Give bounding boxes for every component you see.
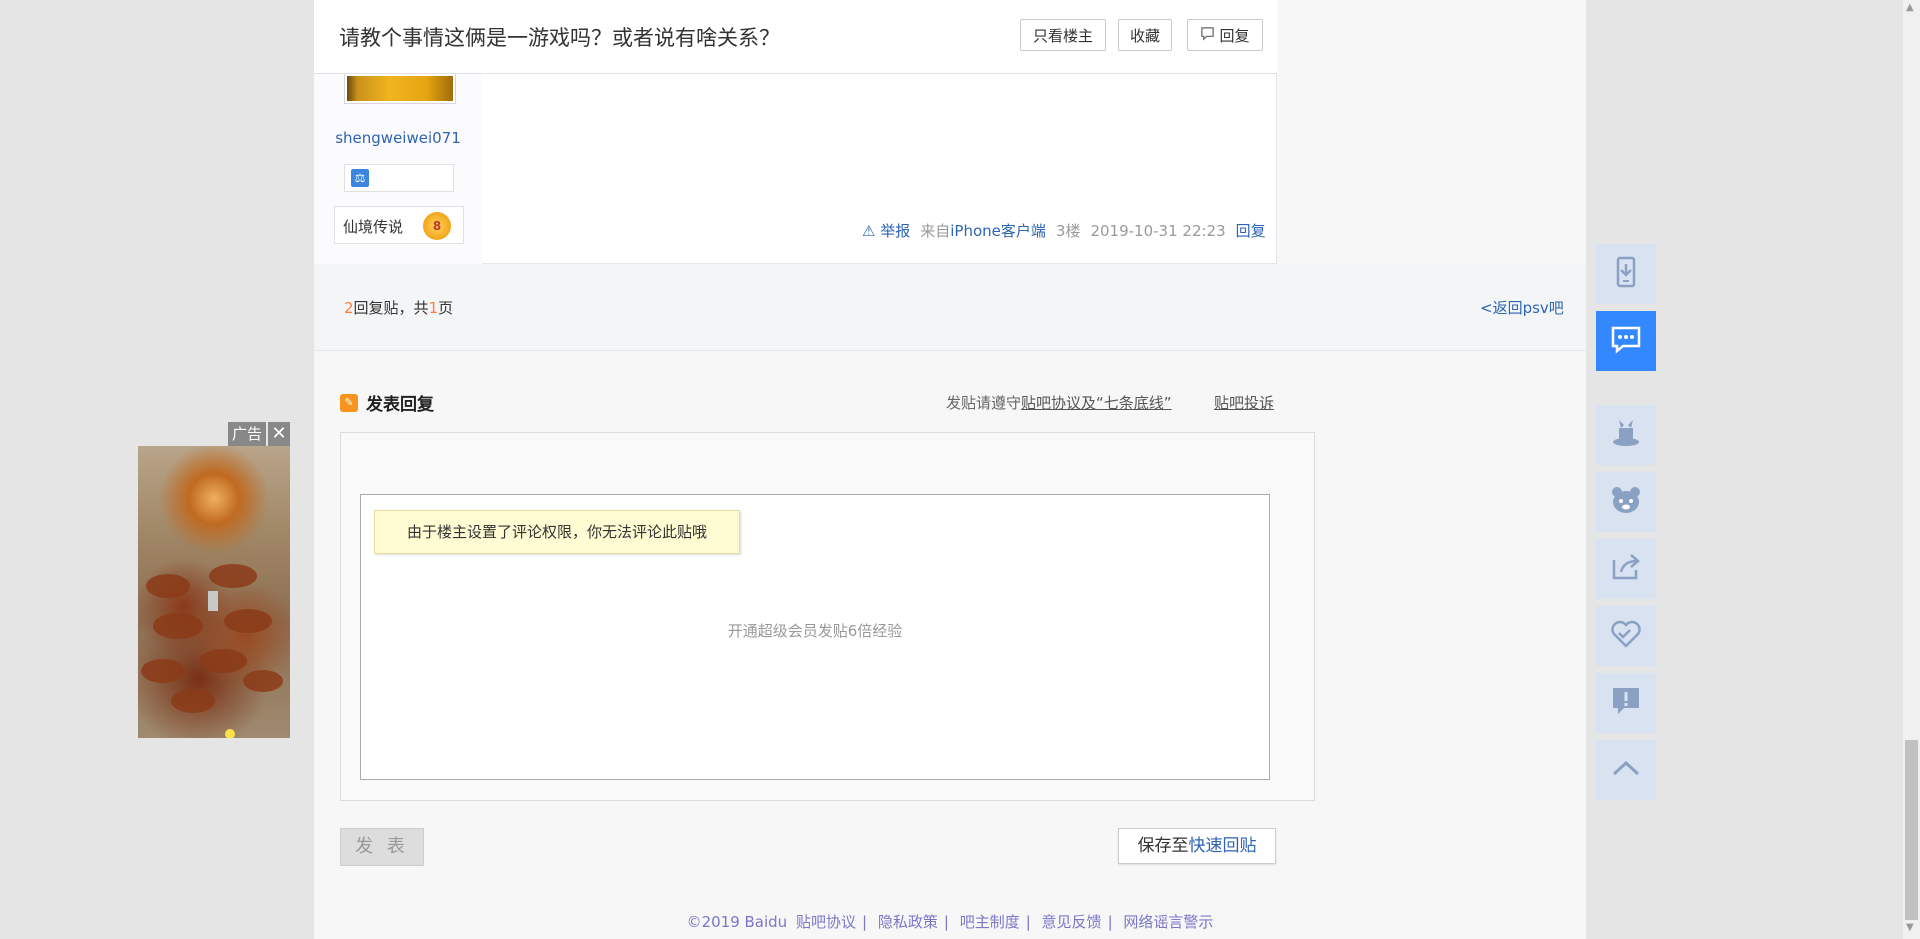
- badge-icon[interactable]: ⚖: [351, 169, 369, 187]
- sidebar-back-to-top[interactable]: [1596, 740, 1656, 800]
- complaint-link[interactable]: 贴吧投诉: [1214, 392, 1274, 413]
- footer-link-rumor[interactable]: 网络谣言警示: [1123, 913, 1213, 931]
- reply-editor[interactable]: 由于楼主设置了评论权限，你无法评论此贴哦 开通超级会员发贴6倍经验: [360, 494, 1270, 780]
- scroll-thumb[interactable]: [1905, 740, 1918, 920]
- sidebar-share[interactable]: [1596, 539, 1656, 599]
- favorite-button[interactable]: 收藏: [1118, 19, 1172, 51]
- post-source: 来自iPhone客户端: [920, 222, 1046, 240]
- sidebar-reply[interactable]: [1596, 311, 1656, 371]
- copyright: ©2019 Baidu: [686, 913, 788, 931]
- chat-bubble-icon: [1609, 322, 1643, 360]
- share-icon: [1609, 550, 1643, 588]
- thread-title: 请教个事情这俩是一游戏吗？或者说有啥关系？: [339, 26, 780, 50]
- footer-link-agreement[interactable]: 贴吧协议: [796, 913, 856, 931]
- ad-close-icon[interactable]: ✕: [268, 422, 290, 446]
- ad-image[interactable]: [138, 446, 290, 738]
- author-level[interactable]: 仙境传说 8: [334, 206, 464, 244]
- phone-download-icon: [1609, 255, 1643, 293]
- floor-number: 3楼: [1055, 222, 1081, 240]
- report-link[interactable]: ⚠ 举报: [862, 220, 910, 241]
- avatar-image: [347, 76, 453, 101]
- post-reply-link[interactable]: 回复: [1236, 220, 1266, 241]
- bear-face-icon: [1609, 483, 1643, 521]
- author-column: shengweiwei071 ⚖ 仙境传说 8: [314, 74, 482, 264]
- sidebar-app-download[interactable]: [1596, 244, 1656, 304]
- thread-title-bar: 请教个事情这俩是一游戏吗？或者说有啥关系？ 只看楼主 收藏 回复: [314, 0, 1277, 74]
- permission-tip: 由于楼主设置了评论权限，你无法评论此贴哦: [374, 510, 740, 554]
- posting-rules: 发贴请遵守贴吧协议及“七条底线”: [946, 394, 1172, 412]
- back-to-forum-link[interactable]: <返回psv吧: [1480, 297, 1564, 318]
- sidebar-member[interactable]: [1596, 472, 1656, 532]
- edit-icon: ✎: [340, 393, 358, 412]
- back-to-top-icon: [1609, 751, 1643, 789]
- heart-icon: [1609, 617, 1643, 655]
- footer: ©2019 Baidu 贴吧协议 | 隐私政策 | 吧主制度 | 意见反馈 | 网络谣言…: [686, 913, 1214, 931]
- submit-button[interactable]: 发 表: [340, 828, 424, 866]
- level-badge: 8: [423, 212, 451, 240]
- report-icon: [1609, 684, 1643, 722]
- warning-icon: ⚠: [862, 222, 876, 240]
- magic-hat-icon: [1609, 416, 1643, 454]
- editor-title: ✎ 发表回复: [340, 390, 434, 415]
- reply-button[interactable]: 回复: [1187, 19, 1263, 51]
- only-op-button[interactable]: 只看楼主: [1020, 19, 1106, 51]
- save-quick-reply-button[interactable]: 保存至快速回贴: [1118, 828, 1276, 864]
- vip-promo-link[interactable]: 开通超级会员发贴6倍经验: [361, 620, 1269, 641]
- scroll-up-icon[interactable]: ▲: [1906, 2, 1914, 13]
- avatar[interactable]: [344, 74, 456, 104]
- ad-label: 广告: [228, 422, 266, 446]
- comment-icon: [1200, 26, 1215, 45]
- source-link[interactable]: iPhone客户端: [950, 222, 1046, 240]
- footer-link-privacy[interactable]: 隐私政策: [878, 913, 938, 931]
- sidebar-favorite[interactable]: [1596, 606, 1656, 666]
- sidebar-report[interactable]: [1596, 673, 1656, 733]
- rules-link[interactable]: 贴吧协议及“七条底线”: [1021, 394, 1172, 412]
- footer-link-feedback[interactable]: 意见反馈: [1042, 913, 1102, 931]
- scroll-down-icon[interactable]: ▼: [1906, 922, 1914, 933]
- footer-link-moderator[interactable]: 吧主制度: [960, 913, 1020, 931]
- author-username[interactable]: shengweiwei071: [314, 129, 482, 147]
- reply-count: 2回复贴，共1页: [344, 299, 454, 317]
- level-name: 仙境传说: [343, 218, 404, 236]
- sidebar-magic[interactable]: [1596, 405, 1656, 465]
- post-time: 2019-10-31 22:23: [1090, 221, 1226, 240]
- author-badge-box: ⚖: [344, 164, 454, 192]
- post-meta: ⚠ 举报 来自iPhone客户端 3楼 2019-10-31 22:23 回复: [862, 220, 1266, 241]
- scrollbar[interactable]: ▲ ▼: [1903, 0, 1920, 939]
- pagination-row: 2回复贴，共1页 <返回psv吧: [314, 265, 1586, 351]
